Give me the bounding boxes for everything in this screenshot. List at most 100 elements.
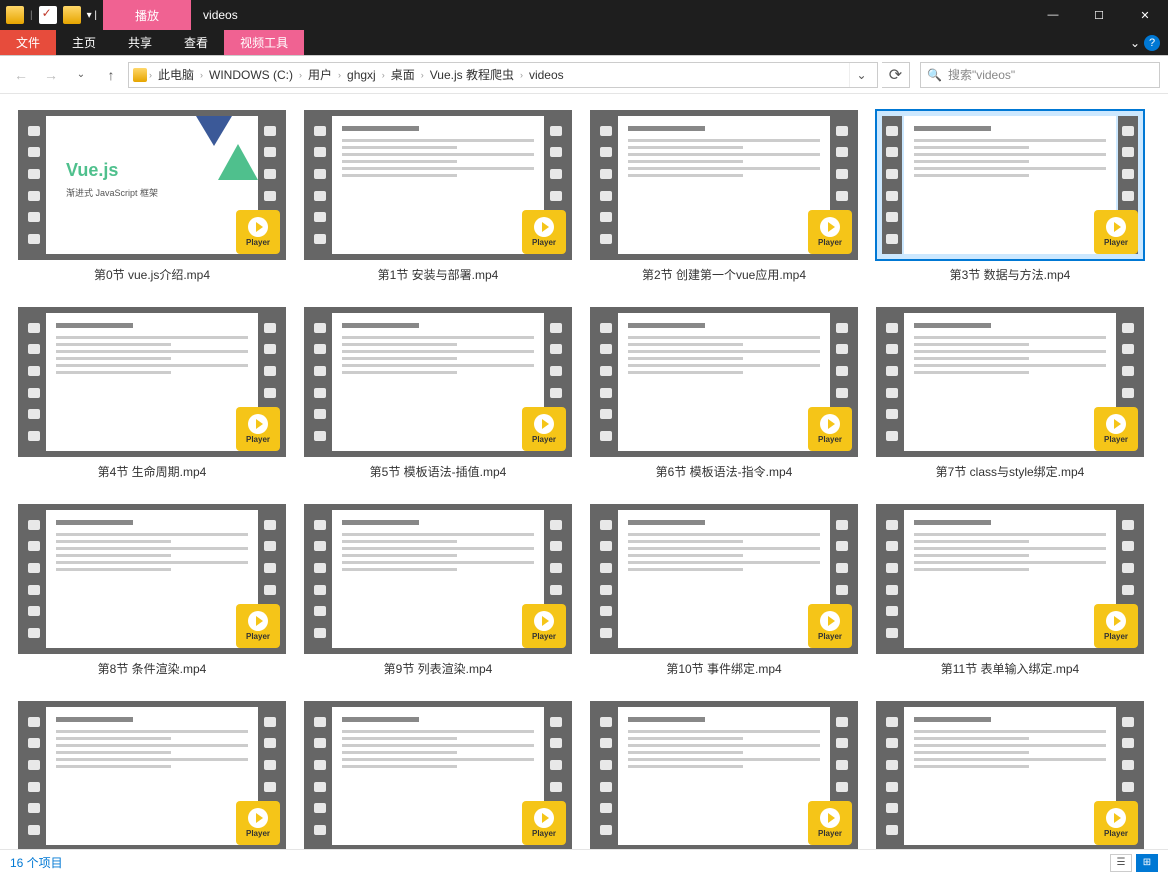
back-button[interactable]: ← [8, 62, 34, 88]
file-item[interactable]: Player 第5节 模板语法-插值.mp4 [304, 307, 572, 480]
play-icon [248, 414, 268, 434]
video-thumbnail[interactable]: Player [590, 307, 858, 457]
file-name[interactable]: 第0节 vue.js介绍.mp4 [94, 266, 210, 283]
qat-properties-icon[interactable] [39, 6, 57, 24]
video-thumbnail[interactable]: Player [18, 504, 286, 654]
file-name[interactable]: 第7节 class与style绑定.mp4 [936, 463, 1085, 480]
address-bar[interactable]: › 此电脑 › WINDOWS (C:) › 用户 › ghgxj › 桌面 ›… [128, 62, 878, 88]
file-item[interactable]: Player 第13节 组件注册.mp4 [304, 701, 572, 849]
breadcrumb-segment[interactable]: videos [525, 68, 568, 82]
file-item[interactable]: Player 第9节 列表渲染.mp4 [304, 504, 572, 677]
video-thumbnail[interactable]: Player [876, 701, 1144, 849]
file-item[interactable]: Player 第1节 安装与部署.mp4 [304, 110, 572, 283]
video-thumbnail[interactable]: Player [18, 701, 286, 849]
play-icon [820, 414, 840, 434]
breadcrumb-segment[interactable]: Vue.js 教程爬虫 [426, 66, 518, 83]
player-overlay-icon: Player [808, 210, 852, 254]
film-sprocket-icon [310, 313, 330, 451]
recent-locations-button[interactable]: ⌄ [68, 62, 94, 88]
expand-ribbon-icon[interactable]: ⌄ [1130, 36, 1140, 50]
file-item[interactable]: Vue.js渐进式 JavaScript 框架 Player 第0节 vue.j… [18, 110, 286, 283]
ribbon-tab-view[interactable]: 查看 [168, 30, 224, 55]
film-sprocket-icon [596, 510, 616, 648]
file-item[interactable]: Player 第14节 单文件组件.mp4 [590, 701, 858, 849]
breadcrumb-segment[interactable]: 桌面 [387, 66, 419, 83]
film-sprocket-icon [310, 707, 330, 845]
file-item[interactable]: Player 第8节 条件渲染.mp4 [18, 504, 286, 677]
file-item[interactable]: Player 第10节 事件绑定.mp4 [590, 504, 858, 677]
qat-overflow-icon[interactable]: ▾ | [87, 10, 97, 21]
search-placeholder: 搜索"videos" [948, 66, 1015, 83]
forward-button[interactable]: → [38, 62, 64, 88]
up-button[interactable]: ↑ [98, 62, 124, 88]
file-name[interactable]: 第11节 表单输入绑定.mp4 [941, 660, 1079, 677]
player-overlay-icon: Player [522, 604, 566, 648]
video-thumbnail[interactable]: Vue.js渐进式 JavaScript 框架 Player [18, 110, 286, 260]
file-name[interactable]: 第3节 数据与方法.mp4 [950, 266, 1071, 283]
film-sprocket-icon [596, 313, 616, 451]
qat-folder-icon[interactable] [63, 6, 81, 24]
search-icon: 🔍 [927, 68, 942, 82]
search-input[interactable]: 🔍 搜索"videos" [920, 62, 1160, 88]
ribbon-tab-home[interactable]: 主页 [56, 30, 112, 55]
player-overlay-icon: Player [808, 407, 852, 451]
play-icon [534, 414, 554, 434]
breadcrumb-segment[interactable]: WINDOWS (C:) [205, 68, 297, 82]
player-overlay-icon: Player [236, 407, 280, 451]
play-icon [1106, 217, 1126, 237]
file-name[interactable]: 第10节 事件绑定.mp4 [666, 660, 781, 677]
thumbnail-preview [904, 707, 1116, 845]
video-thumbnail[interactable]: Player [590, 110, 858, 260]
play-icon [820, 217, 840, 237]
thumbnail-preview [46, 313, 258, 451]
breadcrumb-segment[interactable]: ghgxj [343, 68, 380, 82]
file-item[interactable]: Player 第4节 生命周期.mp4 [18, 307, 286, 480]
refresh-button[interactable]: ⟳ [882, 62, 910, 88]
file-name[interactable]: 第8节 条件渲染.mp4 [98, 660, 207, 677]
address-dropdown-button[interactable]: ⌄ [849, 63, 873, 87]
details-view-button[interactable]: ☰ [1110, 854, 1132, 872]
file-item[interactable]: Player 第2节 创建第一个vue应用.mp4 [590, 110, 858, 283]
video-thumbnail[interactable]: Player [876, 504, 1144, 654]
film-sprocket-icon [24, 707, 44, 845]
video-thumbnail[interactable]: Player [18, 307, 286, 457]
video-thumbnail[interactable]: Player [304, 307, 572, 457]
video-thumbnail[interactable]: Player [304, 110, 572, 260]
file-item[interactable]: Player 第12节 组件基础.mp4 [18, 701, 286, 849]
video-thumbnail[interactable]: Player [876, 110, 1144, 260]
file-name[interactable]: 第9节 列表渲染.mp4 [384, 660, 493, 677]
file-item[interactable]: Player 第15节 免终端开发vue应用.mp4 [876, 701, 1144, 849]
thumbnail-preview [332, 510, 544, 648]
thumbnail-preview [904, 510, 1116, 648]
ribbon-tab-share[interactable]: 共享 [112, 30, 168, 55]
video-thumbnail[interactable]: Player [590, 504, 858, 654]
file-name[interactable]: 第6节 模板语法-指令.mp4 [656, 463, 793, 480]
maximize-button[interactable]: ☐ [1076, 0, 1122, 30]
player-overlay-icon: Player [236, 604, 280, 648]
film-sprocket-icon [310, 510, 330, 648]
breadcrumb-segment[interactable]: 用户 [304, 66, 336, 83]
file-item[interactable]: Player 第3节 数据与方法.mp4 [876, 110, 1144, 283]
thumbnail-preview [332, 116, 544, 254]
video-thumbnail[interactable]: Player [590, 701, 858, 849]
file-item[interactable]: Player 第11节 表单输入绑定.mp4 [876, 504, 1144, 677]
thumbnails-view-button[interactable]: ⊞ [1136, 854, 1158, 872]
thumbnail-preview [618, 313, 830, 451]
help-icon[interactable]: ? [1144, 35, 1160, 51]
file-item[interactable]: Player 第6节 模板语法-指令.mp4 [590, 307, 858, 480]
ribbon-tab-video-tools[interactable]: 视频工具 [224, 30, 304, 55]
video-thumbnail[interactable]: Player [876, 307, 1144, 457]
file-name[interactable]: 第5节 模板语法-插值.mp4 [370, 463, 507, 480]
close-button[interactable]: ✕ [1122, 0, 1168, 30]
file-name[interactable]: 第1节 安装与部署.mp4 [378, 266, 499, 283]
video-thumbnail[interactable]: Player [304, 701, 572, 849]
ribbon-tab-file[interactable]: 文件 [0, 30, 56, 55]
breadcrumb-segment[interactable]: 此电脑 [154, 66, 198, 83]
content-area[interactable]: Vue.js渐进式 JavaScript 框架 Player 第0节 vue.j… [0, 94, 1168, 849]
file-item[interactable]: Player 第7节 class与style绑定.mp4 [876, 307, 1144, 480]
minimize-button[interactable]: — [1030, 0, 1076, 30]
file-name[interactable]: 第2节 创建第一个vue应用.mp4 [642, 266, 806, 283]
video-thumbnail[interactable]: Player [304, 504, 572, 654]
file-name[interactable]: 第4节 生命周期.mp4 [98, 463, 207, 480]
thumbnail-preview [618, 510, 830, 648]
